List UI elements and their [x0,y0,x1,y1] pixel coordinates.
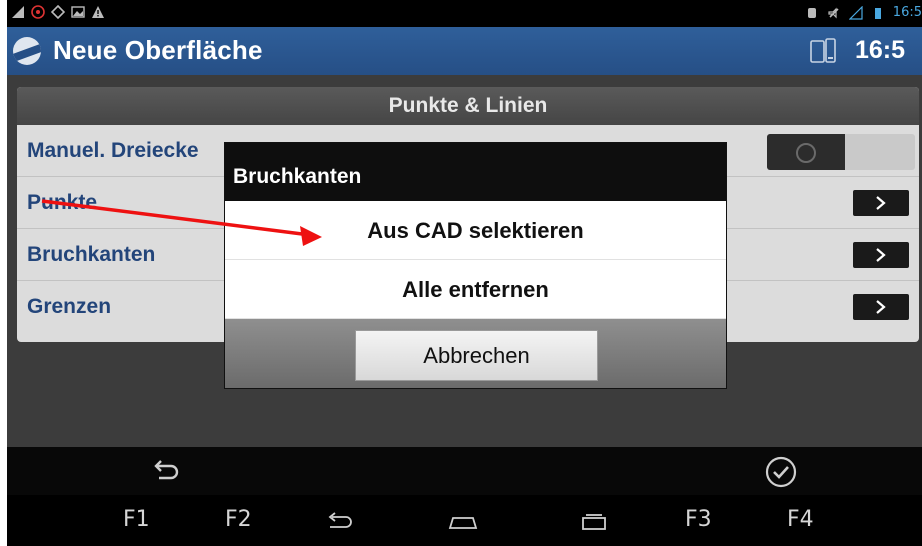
bruchkanten-dialog: Bruchkanten Aus CAD selektieren Alle ent… [225,143,726,388]
bottom-action-bar [7,447,922,495]
signal-icon [12,6,24,18]
sync-icon [51,5,65,19]
alarm-icon [807,7,816,18]
row-label: Bruchkanten [27,243,156,266]
status-icons-right: 16:5 [805,5,922,20]
home-icon[interactable] [447,510,479,532]
chevron-right-icon [876,300,886,314]
dialog-title: Bruchkanten [225,143,726,201]
f2-key[interactable]: F2 [225,507,252,532]
mute-icon [828,7,839,18]
option-alle-entfernen[interactable]: Alle entfernen [225,260,726,319]
warning-icon [92,6,104,18]
panel-header: Punkte & Linien [17,87,919,125]
row-label: Punkte [27,191,98,214]
cancel-button[interactable]: Abbrechen [355,330,598,381]
f1-key[interactable]: F1 [123,507,150,532]
notification-icon [31,5,45,19]
tablet-phone-icon[interactable] [810,38,836,64]
status-bar: 16:5 [7,0,922,27]
f4-key[interactable]: F4 [787,507,814,532]
chevron-right-icon [876,248,886,262]
grenzen-chevron-button[interactable] [853,294,909,320]
manuel-dreiecke-toggle[interactable] [767,134,915,170]
battery-icon [874,7,881,19]
f3-key[interactable]: F3 [685,507,712,532]
confirm-check-icon[interactable] [765,456,797,488]
row-label: Manuel. Dreiecke [27,139,199,162]
row-label: Grenzen [27,295,112,318]
bruchkanten-chevron-button[interactable] [853,242,909,268]
toggle-knob [767,134,845,170]
device-screen: 16:5 Neue Oberfläche 16:5 Punkte & Linie… [7,0,922,546]
clock: 16:5 [855,36,906,64]
option-aus-cad-selektieren[interactable]: Aus CAD selektieren [225,201,726,260]
app-logo-icon[interactable] [13,37,41,65]
action-bar: Neue Oberfläche 16:5 [7,27,922,75]
image-icon [71,6,85,18]
dialog-footer: Abbrechen [225,319,726,388]
wifi-signal-icon [848,5,863,20]
recent-apps-icon[interactable] [578,510,610,532]
app-title: Neue Oberfläche [53,35,263,65]
back-icon[interactable] [324,510,356,532]
navigation-bar: F1 F2 F3 F4 [7,495,922,546]
undo-icon[interactable] [151,458,179,486]
status-icons-left [11,5,105,19]
punkte-chevron-button[interactable] [853,190,909,216]
chevron-right-icon [876,196,886,210]
status-time: 16:5 [892,5,922,20]
